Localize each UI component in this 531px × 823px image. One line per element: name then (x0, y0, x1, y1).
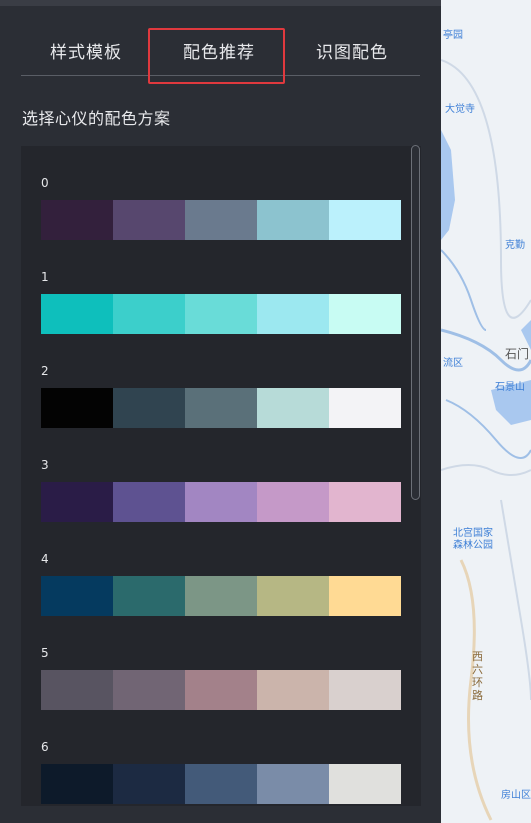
color-swatch[interactable] (257, 764, 329, 804)
scheme-swatches[interactable] (41, 294, 401, 334)
map-label: 房山区 (501, 790, 531, 801)
color-swatch[interactable] (113, 388, 185, 428)
color-swatch[interactable] (113, 200, 185, 240)
map-label: 石门 (505, 347, 530, 361)
color-swatch[interactable] (185, 482, 257, 522)
color-swatch[interactable] (113, 576, 185, 616)
map-label: 流区 (443, 358, 463, 369)
color-swatch[interactable] (257, 576, 329, 616)
scheme-swatches[interactable] (41, 388, 401, 428)
color-swatch[interactable] (329, 388, 401, 428)
color-swatch[interactable] (113, 670, 185, 710)
color-swatch[interactable] (113, 764, 185, 804)
color-swatch[interactable] (329, 200, 401, 240)
color-swatch[interactable] (257, 388, 329, 428)
style-panel: 样式模板 配色推荐 识图配色 选择心仪的配色方案 0 1 2 3 4 5 6 (0, 0, 441, 823)
color-swatch[interactable] (329, 482, 401, 522)
color-swatch[interactable] (185, 764, 257, 804)
scheme-swatches[interactable] (41, 482, 401, 522)
color-swatch[interactable] (185, 670, 257, 710)
scheme-swatches[interactable] (41, 670, 401, 710)
color-swatch[interactable] (41, 670, 113, 710)
color-swatch[interactable] (257, 200, 329, 240)
color-swatch[interactable] (329, 670, 401, 710)
scheme-swatches[interactable] (41, 200, 401, 240)
color-swatch[interactable] (113, 294, 185, 334)
color-swatch[interactable] (257, 294, 329, 334)
color-swatch[interactable] (185, 388, 257, 428)
color-scheme-list[interactable]: 0 1 2 3 4 5 6 (21, 146, 421, 806)
section-title: 选择心仪的配色方案 (22, 109, 171, 128)
map-label: 北宫国家森林公园 (453, 528, 493, 551)
panel-top-border (0, 0, 441, 6)
scheme-index: 4 (41, 552, 49, 566)
color-swatch[interactable] (329, 576, 401, 616)
scheme-swatches[interactable] (41, 764, 401, 804)
color-swatch[interactable] (329, 294, 401, 334)
color-swatch[interactable] (41, 482, 113, 522)
tab-bar: 样式模板 配色推荐 识图配色 (21, 28, 420, 76)
color-swatch[interactable] (41, 764, 113, 804)
color-swatch[interactable] (257, 670, 329, 710)
color-swatch[interactable] (113, 482, 185, 522)
map-label: 克勤 (505, 240, 525, 251)
color-swatch[interactable] (185, 294, 257, 334)
scheme-index: 6 (41, 740, 49, 754)
color-swatch[interactable] (329, 764, 401, 804)
scheme-index: 1 (41, 270, 49, 284)
map-label: 大觉寺 (445, 104, 475, 115)
color-swatch[interactable] (257, 482, 329, 522)
tab-image-color-picking[interactable]: 识图配色 (316, 38, 388, 63)
scheme-index: 3 (41, 458, 49, 472)
map-label: 石景山 (495, 382, 525, 393)
scheme-index: 5 (41, 646, 49, 660)
color-swatch[interactable] (185, 576, 257, 616)
map-roads (441, 0, 531, 823)
color-swatch[interactable] (41, 200, 113, 240)
scheme-swatches[interactable] (41, 576, 401, 616)
map-view[interactable]: 亭园 大觉寺 克勤 石门 流区 石景山 北宫国家森林公园 西六环路 房山区 (441, 0, 531, 823)
scheme-index: 0 (41, 176, 49, 190)
scheme-index: 2 (41, 364, 49, 378)
color-swatch[interactable] (41, 388, 113, 428)
tab-style-templates[interactable]: 样式模板 (50, 38, 122, 63)
list-scrollbar[interactable] (411, 145, 420, 500)
tab-color-recommendations[interactable]: 配色推荐 (183, 38, 255, 63)
map-label: 西六环路 (472, 650, 483, 702)
color-swatch[interactable] (41, 294, 113, 334)
color-swatch[interactable] (41, 576, 113, 616)
color-swatch[interactable] (185, 200, 257, 240)
map-label: 亭园 (443, 30, 463, 41)
